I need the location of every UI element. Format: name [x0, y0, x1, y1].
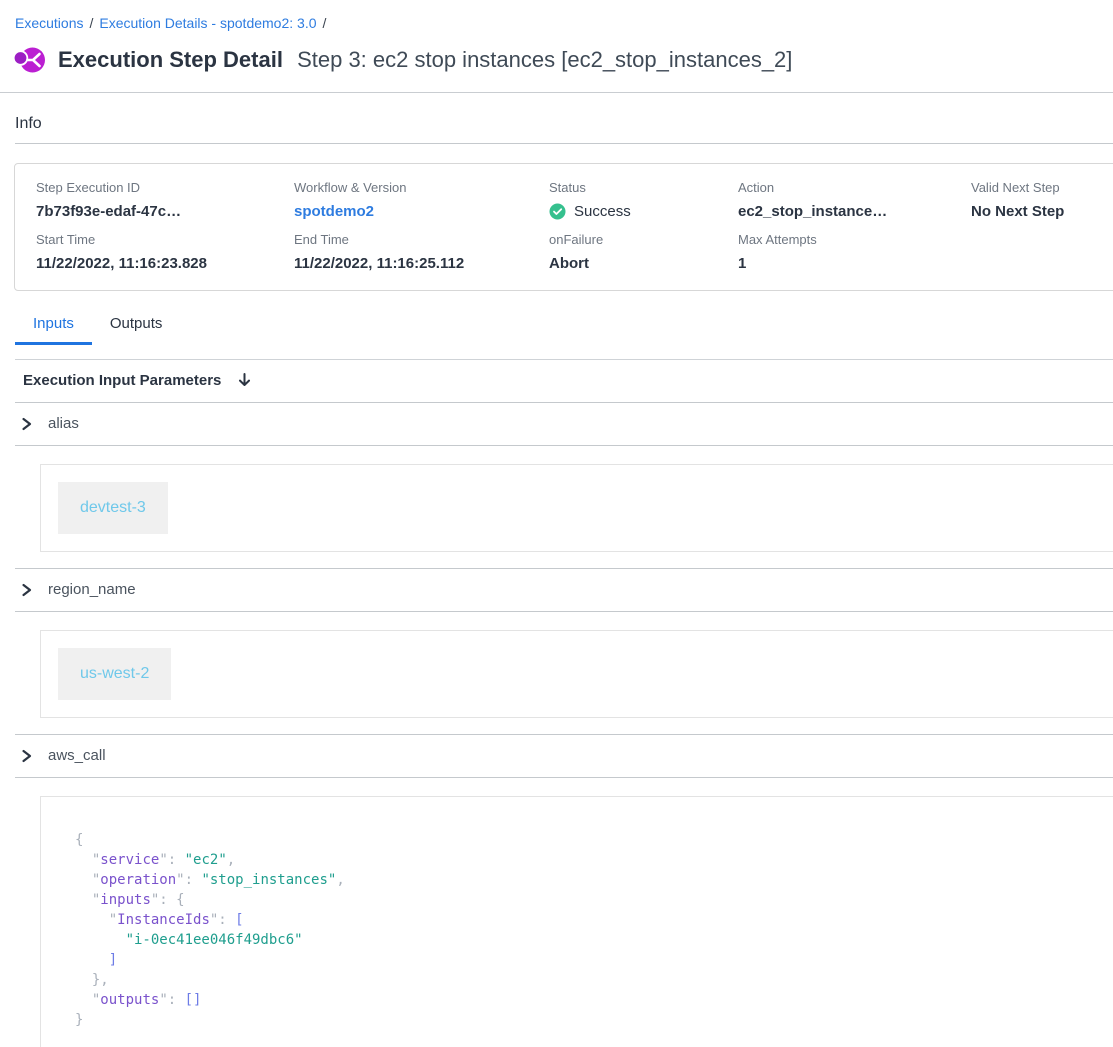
- breadcrumb-link-executions[interactable]: Executions: [15, 15, 83, 31]
- param-name: aws_call: [48, 747, 106, 764]
- execution-step-detail-page: Executions / Execution Details - spotdem…: [0, 0, 1113, 1047]
- tab-outputs[interactable]: Outputs: [92, 315, 181, 345]
- field-value: ec2_stop_instance…: [738, 203, 971, 220]
- field-value: No Next Step: [971, 203, 1113, 220]
- workflow-link[interactable]: spotdemo2: [294, 203, 549, 220]
- status-text: Success: [574, 203, 631, 220]
- divider: [15, 777, 1113, 778]
- field-valid-next-step: Valid Next Step No Next Step: [971, 180, 1113, 220]
- field-value: 7b73f93e-edaf-47c…: [36, 203, 294, 220]
- field-value: Abort: [549, 255, 738, 272]
- field-start-time: Start Time 11/22/2022, 11:16:23.828: [36, 232, 294, 272]
- page-header: Execution Step Detail Step 3: ec2 stop i…: [13, 44, 1098, 76]
- page-title-main: Execution Step Detail: [58, 47, 283, 72]
- field-value: 11/22/2022, 11:16:25.112: [294, 255, 549, 272]
- field-label: Valid Next Step: [971, 180, 1113, 195]
- arrow-down-icon[interactable]: [237, 372, 252, 389]
- breadcrumb: Executions / Execution Details - spotdem…: [0, 0, 1113, 31]
- breadcrumb-separator: /: [89, 15, 93, 31]
- field-label: Start Time: [36, 232, 294, 247]
- field-value: 1: [738, 255, 971, 272]
- inputs-outputs-tabs: Inputs Outputs: [15, 315, 1113, 345]
- field-end-time: End Time 11/22/2022, 11:16:25.112: [294, 232, 549, 272]
- field-label: End Time: [294, 232, 549, 247]
- page-title-step: Step 3: ec2 stop instances [ec2_stop_ins…: [297, 47, 792, 72]
- field-label: onFailure: [549, 232, 738, 247]
- empty-cell: [971, 232, 1113, 272]
- param-value-panel-region-name: us-west-2: [40, 630, 1113, 718]
- tab-inputs[interactable]: Inputs: [15, 315, 92, 345]
- param-row-alias[interactable]: alias: [0, 403, 1113, 445]
- divider: [15, 143, 1113, 144]
- param-row-region-name[interactable]: region_name: [0, 569, 1113, 611]
- param-row-aws-call[interactable]: aws_call: [0, 735, 1113, 777]
- field-action: Action ec2_stop_instance…: [738, 180, 971, 220]
- info-section-heading: Info: [15, 115, 1098, 133]
- field-status: Status Success: [549, 180, 738, 220]
- field-label: Workflow & Version: [294, 180, 549, 195]
- breadcrumb-link-execution-details[interactable]: Execution Details - spotdemo2: 3.0: [99, 15, 316, 31]
- param-value-chip: devtest-3: [58, 482, 168, 534]
- aws-call-code: { "service": "ec2", "operation": "stop_i…: [75, 830, 1113, 1030]
- field-workflow-version: Workflow & Version spotdemo2: [294, 180, 549, 220]
- divider: [0, 92, 1113, 93]
- chevron-right-icon: [20, 417, 33, 431]
- field-label: Max Attempts: [738, 232, 971, 247]
- param-value-panel-alias: devtest-3: [40, 464, 1113, 552]
- divider: [15, 611, 1113, 612]
- page-title: Execution Step Detail Step 3: ec2 stop i…: [58, 47, 792, 73]
- breadcrumb-separator: /: [323, 15, 327, 31]
- field-step-execution-id: Step Execution ID 7b73f93e-edaf-47c…: [36, 180, 294, 220]
- param-name: alias: [48, 415, 79, 432]
- param-name: region_name: [48, 581, 136, 598]
- field-on-failure: onFailure Abort: [549, 232, 738, 272]
- status-badge: Success: [549, 203, 738, 220]
- field-max-attempts: Max Attempts 1: [738, 232, 971, 272]
- success-check-icon: [549, 203, 566, 220]
- chevron-right-icon: [20, 583, 33, 597]
- field-label: Step Execution ID: [36, 180, 294, 195]
- divider: [15, 445, 1113, 446]
- field-label: Action: [738, 180, 971, 195]
- param-value-chip: us-west-2: [58, 648, 171, 700]
- execution-input-parameters-header: Execution Input Parameters: [0, 360, 1113, 402]
- info-card: Step Execution ID 7b73f93e-edaf-47c… Wor…: [14, 163, 1113, 291]
- param-value-panel-aws-call: { "service": "ec2", "operation": "stop_i…: [40, 796, 1113, 1047]
- execution-input-parameters-title: Execution Input Parameters: [23, 372, 221, 389]
- field-value: 11/22/2022, 11:16:23.828: [36, 255, 294, 272]
- field-label: Status: [549, 180, 738, 195]
- workflow-step-icon: [13, 44, 45, 76]
- chevron-right-icon: [20, 749, 33, 763]
